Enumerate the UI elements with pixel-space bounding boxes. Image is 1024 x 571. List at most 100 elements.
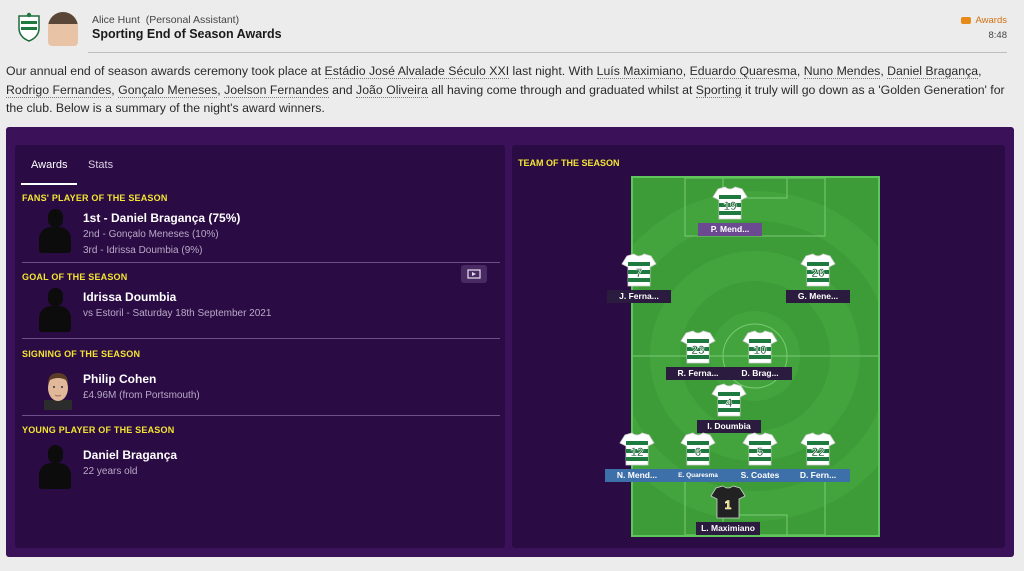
goal-detail[interactable]: vs Estoril - Saturday 18th September 202… (83, 308, 271, 319)
fans-first-place[interactable]: 1st - Daniel Bragança (75%) (83, 211, 240, 225)
young-player-title: YOUNG PLAYER OF THE SEASON (22, 425, 175, 435)
player-link[interactable]: Gonçalo Meneses (118, 82, 218, 98)
tag-label: Awards (975, 15, 1007, 26)
tos-player[interactable]: 6 E. Quaresma (666, 431, 730, 487)
section-divider (22, 262, 500, 263)
tos-player-name[interactable]: R. Ferna... (666, 367, 730, 380)
player-link[interactable]: João Oliveira (356, 82, 428, 98)
shirt-icon: 19 (712, 186, 748, 220)
tab-stats[interactable]: Stats (88, 159, 113, 171)
sender-name[interactable]: Alice Hunt (92, 14, 140, 26)
watch-goal-button[interactable] (461, 265, 487, 283)
signing-title: SIGNING OF THE SEASON (22, 349, 141, 359)
shirt-icon: 1 (710, 485, 746, 519)
tos-player-name[interactable]: E. Quaresma (666, 469, 730, 482)
player-silhouette-icon (39, 443, 71, 489)
fans-third-place[interactable]: 3rd - Idrissa Doumbia (9%) (83, 245, 202, 256)
shirt-number: 1 (725, 498, 732, 512)
tos-player-name[interactable]: P. Mend... (698, 223, 762, 236)
tab-awards[interactable]: Awards (31, 159, 67, 171)
signing-player[interactable]: Philip Cohen (83, 372, 156, 386)
video-icon (467, 269, 481, 279)
player-link[interactable]: Luís Maximiano (596, 64, 683, 79)
tag-icon (961, 17, 972, 24)
stadium-link[interactable]: Estádio José Alvalade Século XXI (324, 64, 510, 79)
tos-player-name[interactable]: G. Mene... (786, 290, 850, 303)
team-of-season-panel: TEAM OF THE SEASON 19 P. Mend... 7 J. Ferna… (512, 145, 1005, 548)
young-detail[interactable]: 22 years old (83, 466, 137, 477)
sender-line: Alice Hunt (Personal Assistant) (92, 14, 239, 26)
shirt-icon: 4 (711, 383, 747, 417)
intro-text: and (328, 82, 357, 97)
intro-text: all having come through and graduated wh… (427, 82, 696, 97)
awards-panel: Awards Stats FANS' PLAYER OF THE SEASON … (15, 145, 505, 548)
shirt-number: 12 (630, 445, 644, 459)
shirt-number: 7 (636, 266, 643, 280)
section-divider (22, 338, 500, 339)
goal-title: GOAL OF THE SEASON (22, 272, 128, 282)
fans-second-place[interactable]: 2nd - Gonçalo Meneses (10%) (83, 229, 219, 240)
tos-player[interactable]: 26 G. Mene... (786, 252, 850, 308)
tos-player-name[interactable]: S. Coates (728, 469, 792, 482)
shirt-icon: 10 (742, 330, 778, 364)
shirt-icon: 12 (619, 432, 655, 466)
tos-player-name[interactable]: L. Maximiano (696, 522, 760, 535)
tos-player[interactable]: 7 J. Ferna... (607, 252, 671, 308)
player-photo (44, 373, 72, 410)
player-link[interactable]: Daniel Bragança (887, 64, 979, 79)
message-time: 8:48 (988, 30, 1008, 41)
message-tag[interactable]: Awards (961, 15, 1007, 26)
tos-player[interactable]: 10 D. Brag... (728, 329, 792, 385)
message-subject: Sporting End of Season Awards (92, 27, 282, 41)
intro-paragraph: Our annual end of season awards ceremony… (6, 62, 1016, 118)
club-link[interactable]: Sporting (695, 82, 742, 98)
intro-text: Our annual end of season awards ceremony… (6, 64, 325, 78)
tos-player[interactable]: 4 I. Doumbia (697, 382, 761, 438)
tos-player-name[interactable]: J. Ferna... (607, 290, 671, 303)
header-divider (88, 52, 1007, 53)
assistant-avatar[interactable] (48, 12, 78, 46)
tos-player[interactable]: 19 P. Mend... (698, 185, 762, 241)
intro-text: last night. With (509, 64, 597, 78)
shirt-number: 4 (726, 396, 733, 410)
tos-player[interactable]: 22 D. Fern... (786, 431, 850, 487)
awards-container: Awards Stats FANS' PLAYER OF THE SEASON … (6, 127, 1014, 557)
tos-player[interactable]: 1 L. Maximiano (696, 484, 760, 540)
shirt-icon: 7 (621, 253, 657, 287)
shirt-icon: 22 (800, 432, 836, 466)
intro-text: , (978, 64, 982, 78)
player-link[interactable]: Rodrigo Fernandes (6, 82, 112, 98)
message-header: Alice Hunt (Personal Assistant) Sporting… (0, 0, 1024, 53)
shirt-number: 10 (753, 343, 767, 357)
tos-player[interactable]: 12 N. Mend... (605, 431, 669, 487)
shirt-number: 23 (691, 343, 705, 357)
player-link[interactable]: Joelson Fernandes (224, 82, 329, 98)
player-link[interactable]: Eduardo Quaresma (689, 64, 797, 79)
tos-player[interactable]: 5 S. Coates (728, 431, 792, 487)
player-silhouette-icon (39, 286, 71, 332)
team-of-season-title: TEAM OF THE SEASON (518, 158, 620, 168)
shirt-icon: 23 (680, 330, 716, 364)
shirt-icon: 26 (800, 253, 836, 287)
fans-player-title: FANS' PLAYER OF THE SEASON (22, 193, 168, 203)
tos-player-name[interactable]: D. Brag... (728, 367, 792, 380)
section-divider (22, 415, 500, 416)
player-link[interactable]: Nuno Mendes (803, 64, 881, 79)
sender-role: (Personal Assistant) (145, 14, 240, 26)
active-tab-indicator (21, 183, 77, 185)
shirt-number: 6 (695, 445, 702, 459)
shirt-number: 5 (757, 445, 764, 459)
tos-player-name[interactable]: N. Mend... (605, 469, 669, 482)
tos-player-name[interactable]: D. Fern... (786, 469, 850, 482)
shirt-number: 22 (811, 445, 825, 459)
shirt-icon: 6 (680, 432, 716, 466)
intro-text: , (682, 64, 690, 78)
shirt-number: 19 (723, 199, 737, 213)
tos-player[interactable]: 23 R. Ferna... (666, 329, 730, 385)
club-crest-icon (18, 12, 40, 42)
signing-detail[interactable]: £4.96M (from Portsmouth) (83, 390, 200, 401)
player-silhouette-icon (39, 207, 71, 253)
intro-text: , (796, 64, 804, 78)
goal-player[interactable]: Idrissa Doumbia (83, 290, 176, 304)
young-player[interactable]: Daniel Bragança (83, 448, 177, 462)
